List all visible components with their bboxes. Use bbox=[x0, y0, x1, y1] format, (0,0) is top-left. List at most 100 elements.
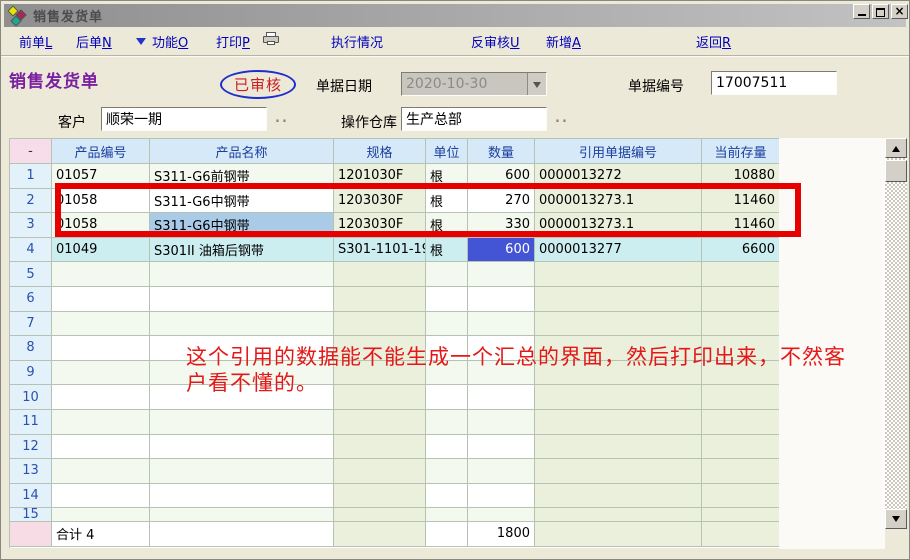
grid-cell[interactable]: 600 bbox=[468, 164, 535, 189]
grid-cell[interactable] bbox=[150, 410, 334, 435]
grid-header-rownum[interactable]: - bbox=[10, 138, 52, 164]
row-number[interactable]: 9 bbox=[10, 361, 52, 386]
scroll-down-button[interactable] bbox=[885, 509, 907, 529]
grid-cell[interactable] bbox=[468, 262, 535, 287]
toolbar-item-functions[interactable]: 功能O bbox=[136, 32, 188, 51]
row-number[interactable]: 12 bbox=[10, 435, 52, 460]
grid-cell[interactable] bbox=[334, 385, 426, 410]
minimize-button[interactable] bbox=[853, 4, 870, 19]
toolbar-item-add-new[interactable]: 新增A bbox=[546, 32, 581, 51]
grid-header-col5[interactable]: 数量 bbox=[468, 138, 535, 164]
row-number[interactable]: 6 bbox=[10, 287, 52, 312]
grid-cell[interactable] bbox=[535, 361, 702, 386]
grid-cell[interactable] bbox=[702, 410, 779, 435]
grid-cell[interactable] bbox=[468, 385, 535, 410]
grid-cell[interactable] bbox=[150, 385, 334, 410]
grid-cell[interactable] bbox=[535, 459, 702, 484]
grid-cell[interactable] bbox=[426, 459, 468, 484]
grid-cell[interactable] bbox=[535, 410, 702, 435]
grid-cell[interactable] bbox=[535, 312, 702, 337]
grid-cell[interactable] bbox=[150, 312, 334, 337]
grid-cell[interactable]: 600 bbox=[468, 238, 535, 263]
grid-header-col6[interactable]: 引用单据编号 bbox=[535, 138, 702, 164]
date-combobox[interactable]: 2020-10-30 bbox=[401, 72, 547, 96]
grid-cell[interactable] bbox=[334, 336, 426, 361]
row-number[interactable]: 5 bbox=[10, 262, 52, 287]
grid-cell[interactable] bbox=[150, 336, 334, 361]
grid-cell[interactable] bbox=[426, 410, 468, 435]
row-number[interactable]: 4 bbox=[10, 238, 52, 263]
row-number[interactable]: 10 bbox=[10, 385, 52, 410]
grid-cell[interactable] bbox=[52, 484, 150, 509]
grid-cell[interactable] bbox=[426, 287, 468, 312]
row-number[interactable]: 15 bbox=[10, 508, 52, 522]
grid-cell[interactable] bbox=[702, 287, 779, 312]
grid-cell[interactable] bbox=[702, 484, 779, 509]
toolbar-item-next-doc[interactable]: 后单N bbox=[76, 32, 112, 51]
grid-cell[interactable]: 0000013273.1 bbox=[535, 213, 702, 238]
grid-cell[interactable]: 根 bbox=[426, 238, 468, 263]
grid-cell[interactable] bbox=[702, 361, 779, 386]
grid-cell[interactable] bbox=[52, 287, 150, 312]
row-number[interactable]: 14 bbox=[10, 484, 52, 509]
grid-cell[interactable] bbox=[52, 459, 150, 484]
grid-cell[interactable] bbox=[334, 508, 426, 522]
grid-cell[interactable]: 6600 bbox=[702, 238, 779, 263]
row-number[interactable]: 7 bbox=[10, 312, 52, 337]
grid-cell[interactable] bbox=[702, 385, 779, 410]
grid-cell[interactable] bbox=[426, 508, 468, 522]
grid-cell[interactable] bbox=[150, 459, 334, 484]
grid-cell[interactable] bbox=[150, 508, 334, 522]
grid-cell[interactable] bbox=[468, 361, 535, 386]
grid-cell[interactable] bbox=[426, 361, 468, 386]
grid-cell[interactable] bbox=[702, 312, 779, 337]
grid-cell[interactable] bbox=[52, 508, 150, 522]
grid-cell[interactable] bbox=[468, 508, 535, 522]
grid-cell[interactable]: 330 bbox=[468, 213, 535, 238]
grid-cell[interactable] bbox=[468, 435, 535, 460]
grid-cell[interactable] bbox=[535, 336, 702, 361]
grid-header-col4[interactable]: 单位 bbox=[426, 138, 468, 164]
grid-cell[interactable]: 根 bbox=[426, 189, 468, 214]
grid-cell[interactable]: 0000013273.1 bbox=[535, 189, 702, 214]
grid-cell[interactable]: 0000013277 bbox=[535, 238, 702, 263]
grid-cell[interactable]: S311-G6前钢带 bbox=[150, 164, 334, 189]
grid-cell[interactable]: 01058 bbox=[52, 213, 150, 238]
grid-cell[interactable]: S301-1101-19 bbox=[334, 238, 426, 263]
row-number[interactable]: 1 bbox=[10, 164, 52, 189]
grid-cell[interactable] bbox=[426, 484, 468, 509]
grid-cell[interactable] bbox=[52, 262, 150, 287]
grid-cell[interactable] bbox=[468, 336, 535, 361]
grid-cell[interactable]: 1201030F bbox=[334, 164, 426, 189]
grid-cell[interactable] bbox=[52, 410, 150, 435]
grid-cell[interactable] bbox=[52, 336, 150, 361]
grid-cell[interactable] bbox=[702, 508, 779, 522]
maximize-button[interactable] bbox=[872, 4, 889, 19]
grid-cell[interactable] bbox=[535, 435, 702, 460]
grid-cell[interactable] bbox=[52, 361, 150, 386]
row-number[interactable]: 3 bbox=[10, 213, 52, 238]
grid-cell[interactable] bbox=[334, 262, 426, 287]
toolbar-item-print[interactable]: 打印P bbox=[216, 32, 250, 51]
row-number[interactable]: 8 bbox=[10, 336, 52, 361]
warehouse-input[interactable] bbox=[401, 107, 547, 131]
grid-cell[interactable] bbox=[426, 312, 468, 337]
grid-cell[interactable] bbox=[52, 385, 150, 410]
grid-cell[interactable]: 0000013272 bbox=[535, 164, 702, 189]
vertical-scrollbar[interactable] bbox=[885, 138, 907, 529]
grid-cell[interactable] bbox=[702, 435, 779, 460]
row-number[interactable]: 2 bbox=[10, 189, 52, 214]
grid-cell[interactable]: S311-G6中钢带 bbox=[150, 189, 334, 214]
scrollbar-thumb[interactable] bbox=[885, 160, 907, 182]
row-number[interactable]: 11 bbox=[10, 410, 52, 435]
grid-cell[interactable] bbox=[334, 287, 426, 312]
grid-cell[interactable]: 01058 bbox=[52, 189, 150, 214]
grid-cell[interactable] bbox=[426, 262, 468, 287]
toolbar-item-exec-status[interactable]: 执行情况 bbox=[331, 32, 383, 51]
grid-cell[interactable] bbox=[468, 484, 535, 509]
grid-cell[interactable] bbox=[535, 508, 702, 522]
grid-cell[interactable] bbox=[334, 484, 426, 509]
date-dropdown-button[interactable] bbox=[527, 73, 546, 95]
grid-cell[interactable] bbox=[334, 410, 426, 435]
customer-input[interactable] bbox=[101, 107, 267, 131]
